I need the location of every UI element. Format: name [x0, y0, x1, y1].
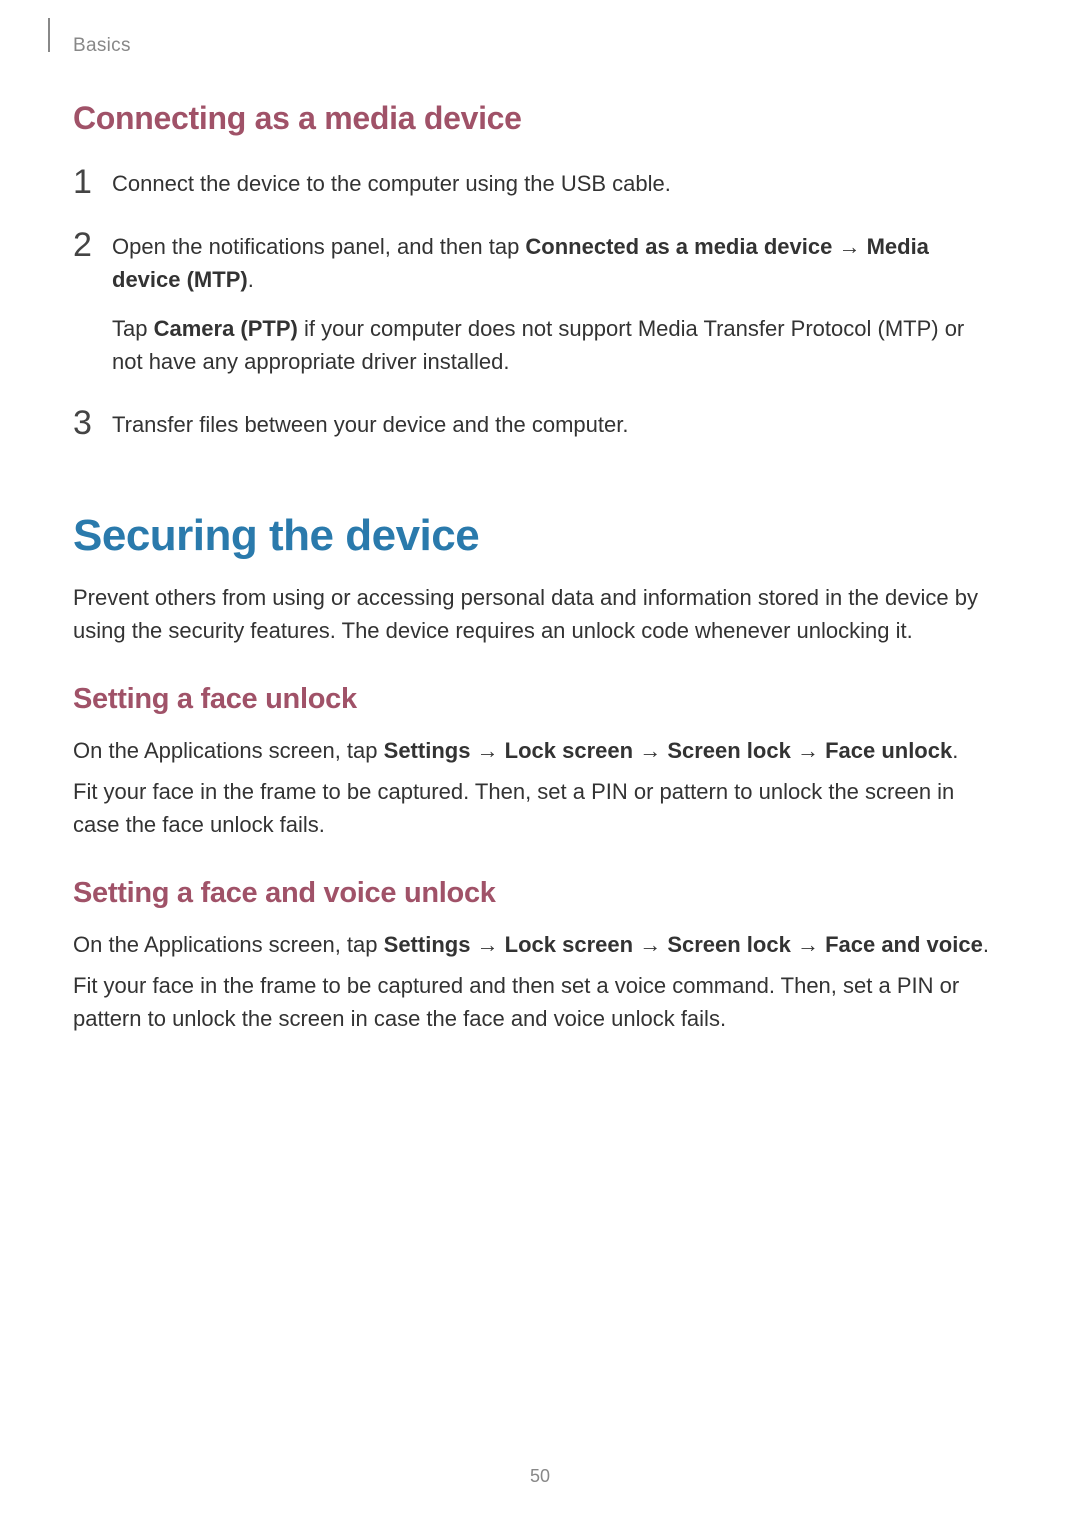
- heading-connecting: Connecting as a media device: [73, 100, 1000, 137]
- face-unlock-desc: Fit your face in the frame to be capture…: [73, 775, 1000, 841]
- face-voice-unlock-desc: Fit your face in the frame to be capture…: [73, 969, 1000, 1035]
- step-number: 2: [73, 228, 107, 262]
- page-content: Connecting as a media device 1 Connect t…: [0, 0, 1080, 1035]
- page-number: 50: [530, 1466, 550, 1487]
- step-text: Open the notifications panel, and then t…: [112, 230, 1000, 296]
- step-number: 1: [73, 165, 107, 199]
- step-text: Connect the device to the computer using…: [112, 167, 1000, 200]
- header-section-label: Basics: [73, 35, 131, 57]
- heading-securing: Securing the device: [73, 511, 1000, 561]
- securing-intro: Prevent others from using or accessing p…: [73, 581, 1000, 647]
- step-2: 2 Open the notifications panel, and then…: [73, 230, 1000, 386]
- face-unlock-path: On the Applications screen, tap Settings…: [73, 734, 1000, 767]
- step-3: 3 Transfer files between your device and…: [73, 408, 1000, 449]
- face-voice-unlock-path: On the Applications screen, tap Settings…: [73, 928, 1000, 961]
- step-subtext: Tap Camera (PTP) if your computer does n…: [112, 312, 1000, 378]
- step-number: 3: [73, 406, 107, 440]
- header-divider: [48, 18, 50, 52]
- step-text: Transfer files between your device and t…: [112, 408, 1000, 441]
- heading-face-unlock: Setting a face unlock: [73, 683, 1000, 716]
- heading-face-voice-unlock: Setting a face and voice unlock: [73, 877, 1000, 910]
- step-1: 1 Connect the device to the computer usi…: [73, 167, 1000, 208]
